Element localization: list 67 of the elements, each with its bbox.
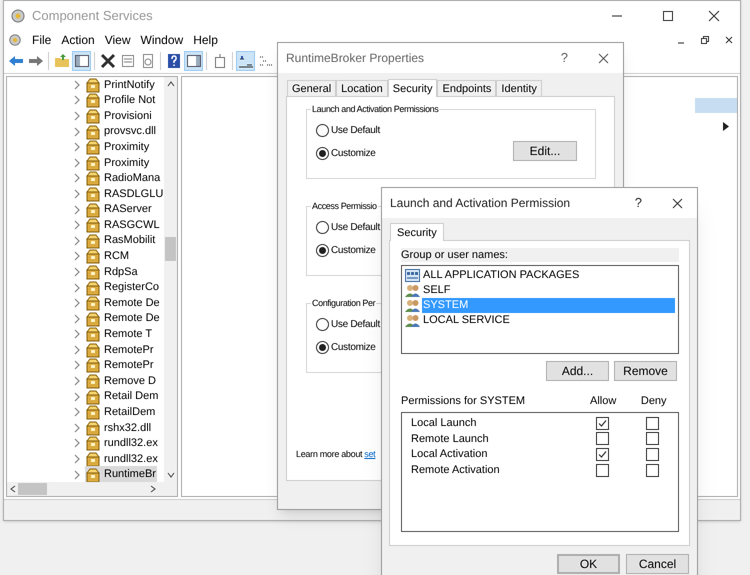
menu-item[interactable]: File: [32, 30, 52, 48]
permissions-label: Permissions for SYSTEM: [401, 394, 526, 409]
tree-item[interactable]: PrintNotify: [85, 77, 156, 94]
tree-item[interactable]: rshx32.dll: [85, 420, 152, 436]
menu-item[interactable]: Help: [193, 30, 218, 48]
edit-button[interactable]: Edit...: [513, 141, 577, 161]
user-list-item[interactable]: LOCAL SERVICE: [422, 313, 675, 328]
tree-item[interactable]: Provisioni: [85, 108, 153, 124]
dialog-button[interactable]: OK: [557, 554, 620, 574]
tree-item[interactable]: RASDLGLU: [85, 186, 164, 202]
tab[interactable]: Security: [390, 223, 444, 241]
tree-item[interactable]: Proximity: [85, 154, 150, 172]
radio-label: Customize: [331, 244, 376, 258]
tab[interactable]: Identity: [496, 80, 542, 96]
tree-item[interactable]: RuntimeBr: [85, 466, 157, 483]
radio-label: Customize: [331, 146, 376, 160]
dialog-title: RuntimeBroker Properties: [286, 50, 424, 67]
radio-label: Use Default: [331, 220, 380, 234]
tree-item[interactable]: RAServer: [85, 201, 153, 218]
learn-more-link[interactable]: set: [364, 448, 376, 462]
tree-item[interactable]: provsvc.dll: [85, 123, 157, 140]
radio-label: Customize: [331, 340, 376, 354]
user-list-item[interactable]: ALL APPLICATION PACKAGES: [422, 268, 675, 283]
tree-item[interactable]: Remote De: [85, 294, 161, 312]
tree-item[interactable]: RCM: [85, 248, 130, 265]
menu-item[interactable]: View: [104, 30, 130, 48]
tree-item[interactable]: Proximity: [85, 138, 150, 156]
tab[interactable]: Location: [336, 80, 388, 96]
tree-item[interactable]: RasMobilit: [85, 232, 156, 249]
permission-name: Local Launch: [411, 416, 478, 432]
help-button[interactable]: ?: [560, 48, 568, 68]
tree-item[interactable]: RemotePr: [85, 342, 155, 358]
tree-item[interactable]: RegisterCo: [85, 279, 160, 296]
tab[interactable]: Endpoints: [437, 80, 496, 96]
tree-item[interactable]: RetailDem: [85, 404, 156, 421]
tab[interactable]: Security: [388, 79, 438, 97]
tree-item[interactable]: Remote T: [85, 326, 154, 343]
dialog-button[interactable]: Cancel: [626, 554, 689, 574]
list-action-button[interactable]: Add...: [546, 361, 609, 381]
tree-item[interactable]: rundll32.ex: [85, 435, 159, 452]
list-action-button[interactable]: Remove: [614, 361, 677, 381]
help-button[interactable]: ?: [634, 193, 642, 213]
tree-item[interactable]: Profile Not: [85, 92, 156, 109]
help-text: Learn more about: [296, 448, 362, 461]
tab[interactable]: General: [287, 80, 336, 96]
permission-name: Remote Launch: [411, 432, 490, 447]
tree-item[interactable]: RadioMana: [85, 170, 162, 187]
user-list-item[interactable]: SELF: [422, 283, 675, 298]
permission-name: Local Activation: [411, 447, 488, 462]
tree-item[interactable]: Retail Dem: [85, 388, 160, 405]
permission-name: Remote Activation: [411, 462, 501, 478]
menu-item[interactable]: Action: [61, 30, 95, 48]
tree-item[interactable]: Remove D: [85, 372, 157, 390]
column-header: Deny: [640, 394, 668, 409]
tree-item[interactable]: Remote De: [85, 310, 161, 327]
column-header: Allow: [589, 394, 618, 409]
menu-item[interactable]: Window: [140, 30, 184, 48]
group-title: Configuration Per: [311, 297, 376, 310]
dialog-title: Launch and Activation Permission: [390, 195, 570, 212]
radio-label: Use Default: [331, 318, 380, 332]
tree-item[interactable]: RemotePr: [85, 357, 155, 374]
tree-item[interactable]: rundll32.ex: [85, 450, 159, 468]
tree-item[interactable]: RASGCWL: [85, 216, 161, 234]
tree-item[interactable]: RdpSa: [85, 264, 139, 280]
list-label: Group or user names:: [401, 248, 679, 262]
radio-label: Use Default: [331, 124, 380, 138]
window-title: Component Services: [32, 7, 153, 26]
